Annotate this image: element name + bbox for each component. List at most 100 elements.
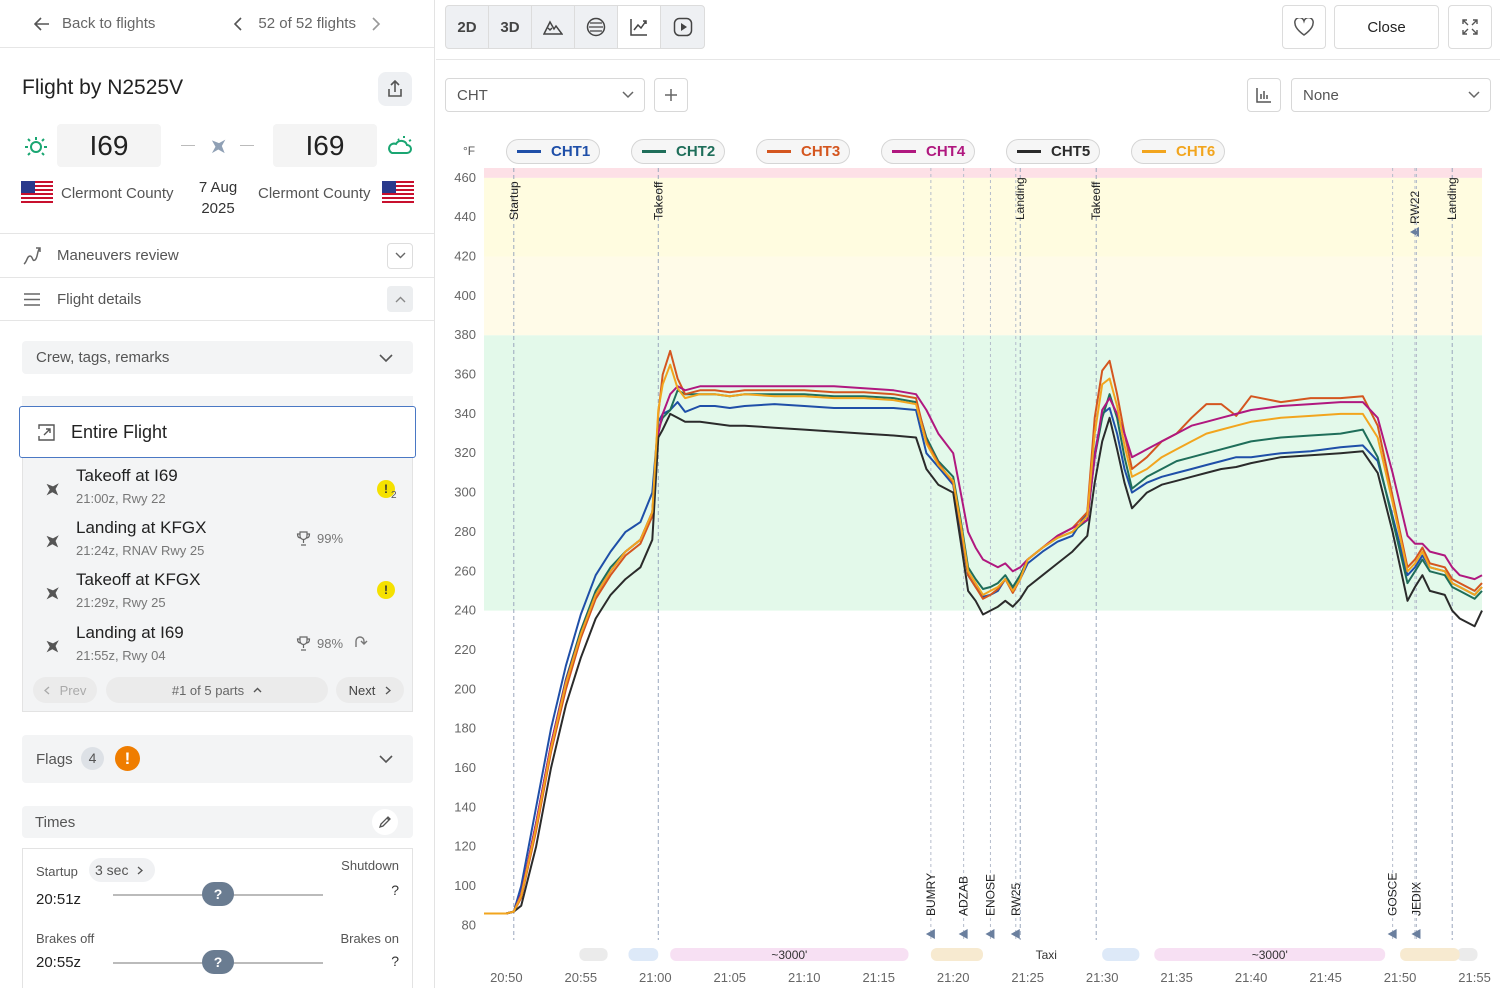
chevron-right-icon [385, 686, 392, 694]
brakes-slider-knob[interactable]: ? [202, 950, 234, 974]
parameter-select[interactable]: CHT [445, 78, 645, 112]
expand-icon [1462, 19, 1478, 35]
x-tick-label: 21:00 [639, 970, 672, 985]
legend-label: CHT2 [676, 143, 716, 160]
phase-segment [1102, 948, 1140, 961]
phase-label: Taxi [1036, 948, 1057, 962]
warning-icon[interactable]: ! [377, 581, 395, 599]
phase-segment [1456, 948, 1478, 961]
heart-icon [1294, 18, 1314, 36]
terrain-button[interactable] [532, 6, 575, 48]
entire-flight-selector[interactable]: Entire Flight [19, 406, 416, 458]
chevron-left-icon[interactable] [233, 16, 242, 31]
legend-label: CHT3 [801, 143, 841, 160]
y-tick-label: 320 [454, 445, 476, 460]
y-tick-label: 400 [454, 288, 476, 303]
prev-label: Prev [59, 682, 87, 698]
edit-times-button[interactable] [372, 809, 398, 835]
y-tick-label: 260 [454, 563, 476, 578]
limit-band [484, 256, 1482, 336]
back-to-flights-link[interactable]: Back to flights [34, 15, 155, 32]
legend-item-cht5[interactable]: CHT5 [1006, 139, 1100, 164]
maneuvers-review-row[interactable]: Maneuvers review [0, 233, 434, 277]
chevron-down-icon [379, 354, 393, 363]
waypoint-label: ENOSE [983, 874, 997, 916]
waypoint-label: GOSCE [1386, 873, 1400, 916]
share-icon [388, 80, 402, 97]
pager-label: 52 of 52 flights [258, 15, 356, 32]
times-section: Times [22, 806, 413, 838]
parameter-value: CHT [457, 86, 488, 104]
legend-item-cht3[interactable]: CHT3 [756, 139, 850, 164]
chart-view-button[interactable] [618, 6, 661, 48]
score-value: 98% [317, 636, 344, 651]
replay-button[interactable] [661, 6, 704, 48]
view-2d-button[interactable]: 2D [446, 6, 489, 48]
legend-item-cht1[interactable]: CHT1 [506, 139, 600, 164]
x-tick-label: 21:40 [1235, 970, 1268, 985]
list-item[interactable]: Takeoff at I69 21:00z, Rwy 22 ! 2 [23, 462, 414, 514]
crew-tags-section[interactable]: Crew, tags, remarks [22, 341, 413, 374]
landing-plane-icon [46, 535, 59, 548]
collapse-details-button[interactable] [387, 286, 413, 312]
event-label: Takeoff [1089, 181, 1103, 220]
top-nav: Back to flights 52 of 52 flights [0, 0, 434, 48]
mountain-icon [543, 20, 563, 35]
list-item[interactable]: Landing at KFGX 21:24z, RNAV Rwy 25 99% [23, 514, 414, 566]
waypoint-label: RW25 [1009, 883, 1023, 916]
x-tick-label: 21:30 [1086, 970, 1119, 985]
add-parameter-button[interactable] [654, 78, 688, 112]
legend-label: CHT1 [551, 143, 591, 160]
chevron-right-icon[interactable] [372, 16, 381, 31]
fullscreen-button[interactable] [1448, 5, 1492, 49]
legend-item-cht4[interactable]: CHT4 [881, 139, 975, 164]
next-part-button[interactable]: Next [336, 677, 404, 703]
legend-item-cht2[interactable]: CHT2 [631, 139, 725, 164]
times-label: Times [35, 814, 76, 831]
menu-icon [24, 292, 40, 306]
part-subtitle: 21:00z, Rwy 22 [76, 491, 166, 506]
legend-item-cht6[interactable]: CHT6 [1131, 139, 1225, 164]
brakes-on-value: ? [391, 953, 399, 969]
startup-duration-button[interactable]: 3 sec [89, 858, 155, 882]
globe-icon [586, 17, 606, 37]
limit-band [484, 335, 1482, 611]
share-button[interactable] [378, 72, 412, 106]
globe-button[interactable] [575, 6, 618, 48]
arrival-city: Clermont County [258, 185, 371, 202]
y-tick-label: 180 [454, 721, 476, 736]
legend-label: CHT5 [1051, 143, 1091, 160]
list-item[interactable]: Landing at I69 21:55z, Rwy 04 98% [23, 619, 414, 671]
waypoint-arrow [958, 929, 968, 939]
startup-slider-knob[interactable]: ? [202, 882, 234, 906]
part-title: Takeoff at I69 [76, 466, 178, 485]
expand-maneuvers-button[interactable] [387, 242, 413, 269]
limit-band [484, 168, 1482, 178]
list-item[interactable]: Takeoff at KFGX 21:29z, Rwy 25 ! [23, 566, 414, 618]
expand-icon [38, 423, 55, 441]
event-label: Startup [507, 181, 521, 220]
waypoint-label: RW22 [1408, 191, 1422, 224]
flight-details-row[interactable]: Flight details [0, 277, 434, 321]
y-tick-label: 280 [454, 524, 476, 539]
parts-count-dropdown[interactable]: #1 of 5 parts [106, 677, 328, 703]
stats-button[interactable] [1247, 78, 1281, 112]
compare-select[interactable]: None [1291, 78, 1491, 112]
series-line-cht3 [484, 349, 1483, 915]
flags-section[interactable]: Flags 4 ! [22, 735, 413, 783]
chevron-down-icon [1468, 91, 1480, 99]
limit-band [484, 177, 1482, 257]
us-flag-icon [382, 181, 414, 205]
favorite-button[interactable] [1282, 5, 1326, 49]
y-tick-label: 420 [454, 249, 476, 264]
chevron-up-icon [395, 296, 405, 302]
flight-parts-list: Takeoff at I69 21:00z, Rwy 22 ! 2 Landin… [22, 458, 413, 712]
series-line-cht6 [484, 363, 1483, 915]
close-button[interactable]: Close [1334, 5, 1439, 49]
legend-swatch [1142, 150, 1166, 153]
prev-part-button[interactable]: Prev [33, 677, 97, 703]
phase-segment [1400, 948, 1460, 961]
flight-details-label: Flight details [57, 290, 142, 308]
view-3d-button[interactable]: 3D [489, 6, 532, 48]
y-tick-label: 340 [454, 406, 476, 421]
